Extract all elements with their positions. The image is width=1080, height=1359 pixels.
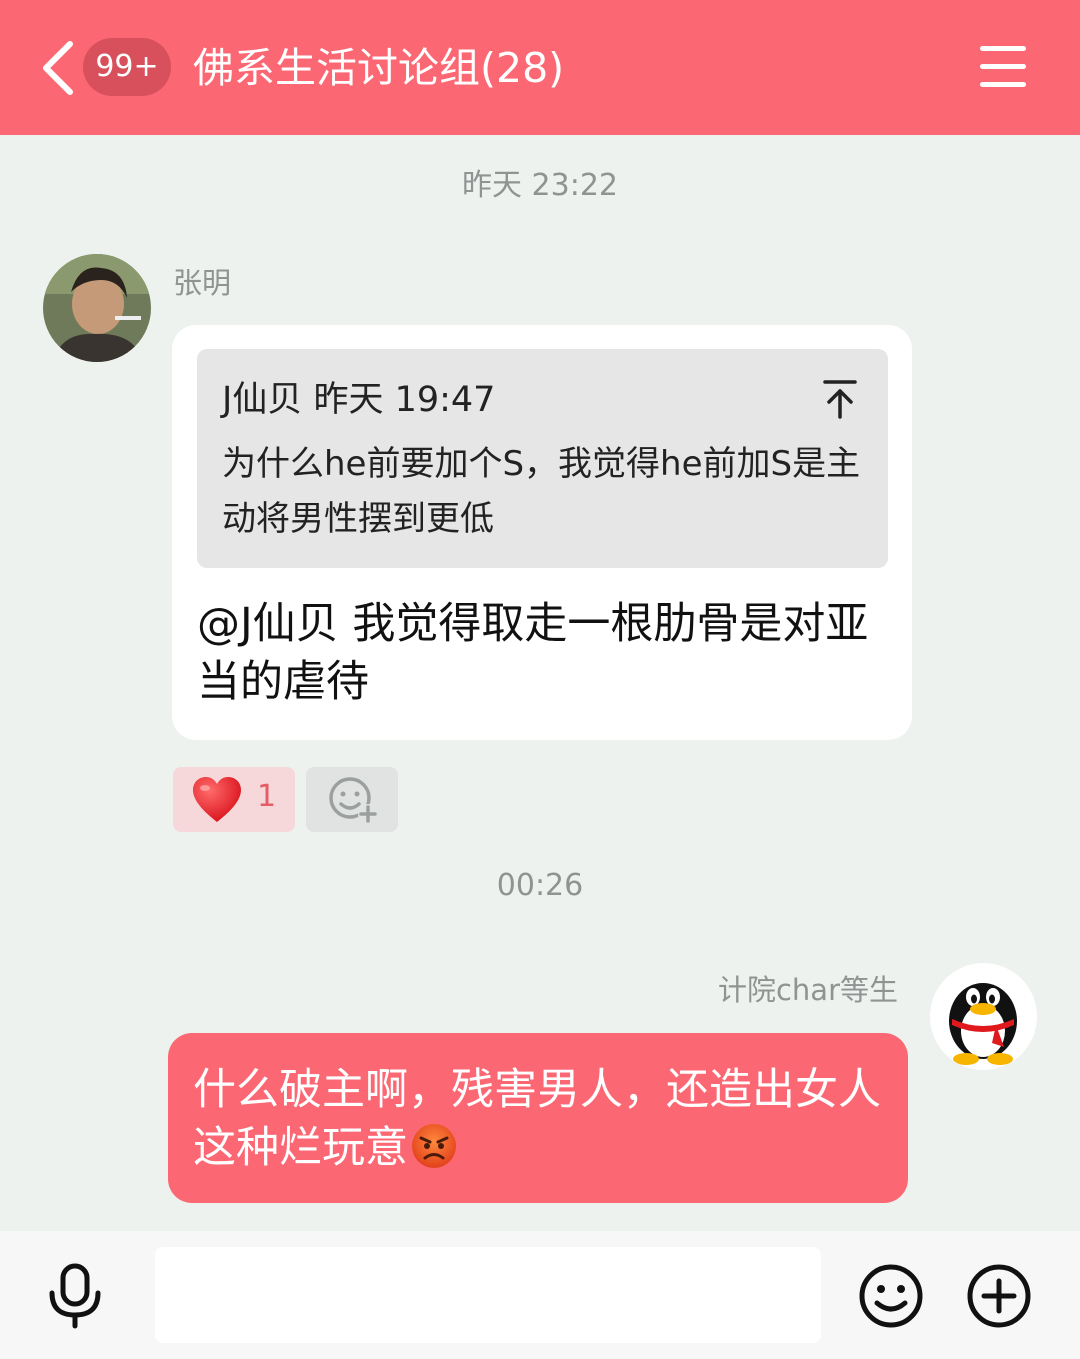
menu-button[interactable] bbox=[980, 46, 1028, 88]
heart-icon bbox=[193, 777, 241, 822]
message-text: @J仙贝 我觉得取走一根肋骨是对亚当的虐待 bbox=[197, 599, 869, 707]
avatar[interactable] bbox=[43, 254, 151, 362]
sender-name: 张明 bbox=[173, 266, 232, 300]
timestamp: 00:26 bbox=[496, 868, 584, 903]
message-text-content: 什么破主啊，残害男人，还造出女人这种烂玩意 bbox=[193, 1065, 881, 1173]
menu-icon-line bbox=[980, 46, 1026, 51]
jump-to-message-icon[interactable] bbox=[823, 379, 857, 419]
avatar[interactable] bbox=[930, 963, 1037, 1070]
composer-bar bbox=[0, 1231, 1080, 1359]
voice-button[interactable] bbox=[44, 1263, 106, 1329]
quote-text: 为什么he前要加个S，我觉得he前加S是主动将男性摆到更低 bbox=[222, 444, 861, 539]
smiley-icon bbox=[859, 1264, 923, 1328]
message-input[interactable] bbox=[155, 1247, 821, 1343]
microphone-icon bbox=[49, 1263, 101, 1329]
reaction-count: 1 bbox=[257, 779, 277, 814]
menu-icon-line bbox=[980, 82, 1026, 87]
timestamp: 昨天 23:22 bbox=[462, 168, 618, 203]
back-button[interactable] bbox=[36, 36, 86, 100]
unread-badge[interactable]: 99+ bbox=[83, 38, 171, 96]
plus-icon bbox=[967, 1264, 1031, 1328]
penguin-avatar-icon bbox=[949, 983, 1017, 1065]
chevron-left-icon bbox=[43, 41, 73, 95]
chat-header: 99+ 佛系生活讨论组(28) bbox=[0, 0, 1080, 135]
quote-author-time: J仙贝 昨天 19:47 bbox=[222, 380, 496, 420]
chat-title: 佛系生活讨论组(28) bbox=[193, 44, 565, 92]
sender-name: 计院char等生 bbox=[717, 973, 898, 1007]
reaction-heart[interactable]: 1 bbox=[173, 767, 295, 832]
message-text: 什么破主啊，残害男人，还造出女人这种烂玩意 bbox=[193, 1061, 893, 1177]
add-emoji-icon bbox=[329, 777, 378, 824]
more-button[interactable] bbox=[966, 1263, 1032, 1329]
message-bubble-self[interactable]: 什么破主啊，残害男人，还造出女人这种烂玩意 bbox=[168, 1033, 908, 1203]
quoted-message[interactable]: J仙贝 昨天 19:47 为什么he前要加个S，我觉得he前加S是主动将男性摆到… bbox=[197, 349, 888, 568]
emoji-button[interactable] bbox=[858, 1263, 924, 1329]
angry-face-icon bbox=[412, 1124, 456, 1168]
menu-icon-line bbox=[980, 64, 1026, 69]
avatar-photo bbox=[43, 254, 151, 362]
message-bubble[interactable]: J仙贝 昨天 19:47 为什么he前要加个S，我觉得he前加S是主动将男性摆到… bbox=[172, 325, 912, 740]
add-reaction-button[interactable] bbox=[306, 767, 398, 832]
